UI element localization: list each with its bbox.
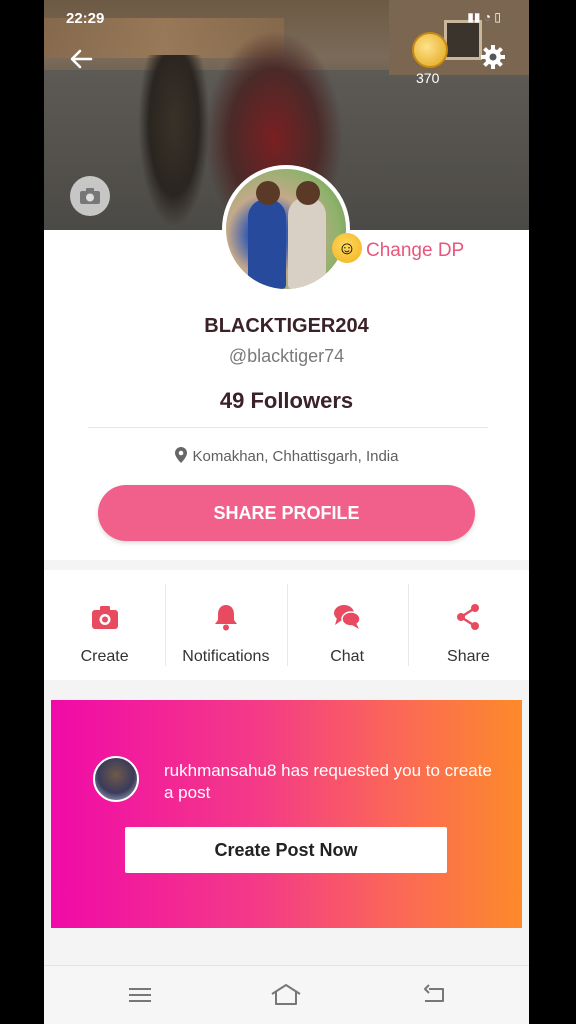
create-post-now-button[interactable]: Create Post Now [125, 827, 447, 873]
action-label: Share [447, 648, 490, 665]
back-icon[interactable] [421, 983, 447, 1007]
kissing-face-emoji-icon: ☺ [332, 233, 362, 263]
profile-username: BLACKTIGER204 [204, 315, 369, 337]
camera-icon [90, 602, 120, 632]
coin-count: 370 [416, 70, 440, 86]
divider [88, 427, 488, 428]
status-bar: 22:29 ▮▮ ◔ ▯ [44, 8, 529, 30]
share-profile-button[interactable]: SHARE PROFILE [98, 485, 475, 541]
action-share[interactable]: Share [407, 570, 529, 680]
action-label: Chat [330, 648, 365, 665]
change-dp-link[interactable]: Change DP [366, 240, 464, 262]
location-text: Komakhan, Chhattisgarh, India [192, 448, 399, 465]
action-chat[interactable]: Chat [286, 570, 408, 680]
profile-avatar[interactable] [222, 165, 350, 293]
requester-avatar[interactable] [93, 756, 139, 802]
home-icon[interactable] [270, 983, 302, 1007]
camera-icon [80, 188, 100, 204]
status-icons: ▮▮ ◔ ▯ [467, 10, 501, 24]
action-notifications[interactable]: Notifications [165, 570, 286, 680]
gear-icon[interactable] [480, 44, 506, 70]
change-cover-button[interactable] [70, 176, 110, 216]
bell-icon [211, 602, 241, 632]
profile-screen: 22:29 ▮▮ ◔ ▯ 370 ☺ Change DP BLACKTIGER2… [44, 0, 529, 1024]
followers-count[interactable]: 49 Followers [44, 388, 529, 414]
action-label: Create [80, 648, 129, 665]
status-time: 22:29 [66, 10, 105, 27]
system-nav-bar [44, 965, 529, 1024]
chat-icon [332, 602, 362, 632]
request-text: rukhmansahu8 has requested you to create… [164, 761, 492, 802]
profile-handle: @blacktiger74 [228, 346, 345, 366]
location-pin-icon [174, 447, 187, 463]
action-label: Notifications [182, 648, 270, 665]
cover-character [139, 55, 209, 225]
share-icon [453, 602, 483, 632]
action-row: Create Notifications Chat Share [44, 570, 529, 680]
location: Komakhan, Chhattisgarh, India [44, 447, 529, 465]
back-arrow-icon[interactable] [68, 46, 94, 72]
post-request-banner: rukhmansahu8 has requested you to create… [51, 700, 522, 928]
action-create[interactable]: Create [44, 570, 165, 680]
menu-icon[interactable] [127, 983, 153, 1007]
coin-icon [412, 32, 448, 68]
